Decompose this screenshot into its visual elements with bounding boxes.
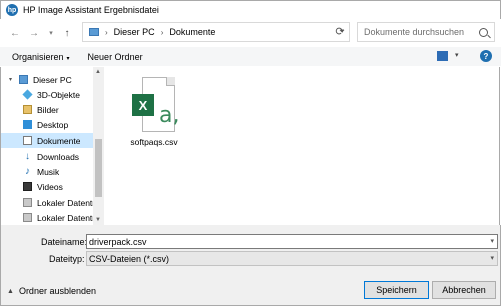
sidebar-item-label: Musik: [37, 166, 60, 177]
computer-icon: [89, 28, 99, 36]
computer-icon: [19, 75, 28, 84]
cancel-button[interactable]: Abbrechen: [432, 281, 496, 299]
breadcrumb-separator-icon: ›: [105, 27, 108, 37]
organize-button[interactable]: Organisieren ▾: [12, 52, 70, 62]
sidebar-item-label: Dokumente: [37, 135, 81, 146]
file-item[interactable]: X a, softpaqs.csv: [124, 77, 184, 147]
sidebar-item-label: Bilder: [37, 104, 59, 115]
filename-input[interactable]: [89, 236, 479, 247]
hide-folders-button[interactable]: ▲ Ordner ausblenden: [7, 286, 96, 296]
sidebar-item-local-drive-1[interactable]: Lokaler Datenträ: [1, 195, 95, 210]
scroll-up-icon[interactable]: ▲: [95, 69, 101, 75]
excel-csv-icon: X a,: [132, 77, 180, 133]
search-box[interactable]: [357, 22, 495, 42]
organize-caret-icon: ▾: [66, 55, 70, 62]
filename-combobox[interactable]: ▾: [86, 234, 498, 249]
videos-icon: [23, 182, 32, 191]
documents-icon: [23, 136, 32, 145]
file-name: softpaqs.csv: [130, 137, 178, 147]
desktop-icon: [23, 120, 32, 129]
new-folder-button[interactable]: Neuer Ordner: [88, 52, 143, 62]
recent-locations-icon[interactable]: ▾: [46, 26, 56, 40]
navigation-bar: ← → ▾ ↑ › Dieser PC › Dokumente ▾ ⟳: [0, 21, 501, 45]
sidebar-item-label: 3D-Objekte: [37, 89, 80, 100]
navigation-pane: ▾ Dieser PC 3D-Objekte Bilder Desktop Do…: [0, 67, 104, 225]
scrollbar-thumb[interactable]: [95, 139, 102, 197]
pictures-icon: [23, 105, 32, 114]
filetype-select[interactable]: CSV-Dateien (*.csv) ▾: [86, 251, 498, 266]
search-icon[interactable]: [479, 27, 488, 37]
drive-icon: [23, 198, 32, 207]
sidebar-item-downloads[interactable]: ↓ Downloads: [1, 149, 95, 164]
sidebar-item-this-pc[interactable]: ▾ Dieser PC: [1, 72, 95, 87]
view-dropdown-icon[interactable]: ▾: [455, 51, 459, 59]
address-bar[interactable]: › Dieser PC › Dokumente ▾: [82, 22, 350, 42]
filetype-dropdown-icon[interactable]: ▾: [490, 254, 494, 262]
window-title: HP Image Assistant Ergebnisdatei: [23, 5, 159, 15]
sidebar-item-local-drive-2[interactable]: Lokaler Datenträ: [1, 210, 95, 225]
sidebar-item-documents[interactable]: Dokumente: [1, 133, 95, 148]
breadcrumb-this-pc[interactable]: Dieser PC: [114, 27, 155, 37]
scroll-down-icon[interactable]: ▼: [95, 217, 101, 223]
breadcrumb-documents[interactable]: Dokumente: [169, 27, 215, 37]
sidebar-item-label: Downloads: [37, 151, 80, 162]
refresh-icon[interactable]: ⟳: [332, 24, 348, 38]
csv-overlay-glyph: a,: [159, 103, 180, 128]
sidebar-item-music[interactable]: ♪ Musik: [1, 164, 95, 179]
sidebar-item-label: Dieser PC: [33, 74, 72, 85]
sidebar-scrollbar[interactable]: ▲ ▼: [93, 67, 104, 225]
sidebar-item-label: Videos: [37, 181, 63, 192]
sidebar-item-3d-objects[interactable]: 3D-Objekte: [1, 87, 95, 102]
page-fold-shape: [166, 77, 175, 86]
sidebar-item-label: Lokaler Datenträ: [37, 197, 95, 208]
sidebar-item-label: Desktop: [37, 119, 69, 130]
expand-chevron-icon[interactable]: ▾: [9, 76, 19, 83]
3d-objects-icon: [22, 89, 33, 100]
sidebar-item-pictures[interactable]: Bilder: [1, 102, 95, 117]
breadcrumb-separator-icon: ›: [160, 27, 164, 37]
save-button[interactable]: Speichern: [364, 281, 429, 299]
search-input[interactable]: [364, 27, 474, 37]
organize-label: Organisieren: [12, 51, 64, 62]
title-bar: hp HP Image Assistant Ergebnisdatei: [0, 0, 501, 19]
collapse-caret-icon: ▲: [7, 287, 14, 295]
sidebar-item-label: Lokaler Datenträ: [37, 212, 95, 223]
help-icon[interactable]: ?: [480, 50, 492, 62]
music-icon: ♪: [25, 166, 30, 177]
downloads-icon: ↓: [25, 151, 30, 162]
sidebar-item-desktop[interactable]: Desktop: [1, 117, 95, 132]
filetype-label: Dateityp:: [49, 254, 85, 264]
view-options-icon[interactable]: [437, 51, 448, 61]
filetype-value: CSV-Dateien (*.csv): [89, 253, 170, 264]
file-list-area[interactable]: X a, softpaqs.csv: [104, 67, 500, 225]
excel-badge-icon: X: [132, 94, 154, 116]
save-panel: Dateiname: ▾ Dateityp: CSV-Dateien (*.cs…: [0, 225, 501, 306]
forward-arrow-icon[interactable]: →: [27, 26, 41, 40]
hp-app-icon: hp: [6, 4, 18, 16]
command-toolbar: Organisieren ▾ Neuer Ordner ▾ ?: [0, 47, 501, 66]
up-arrow-icon[interactable]: ↑: [60, 26, 74, 40]
filename-dropdown-icon[interactable]: ▾: [490, 237, 494, 245]
back-arrow-icon[interactable]: ←: [8, 26, 22, 40]
sidebar-item-videos[interactable]: Videos: [1, 179, 95, 194]
drive-icon: [23, 213, 32, 222]
hide-folders-label: Ordner ausblenden: [18, 286, 96, 296]
filename-label: Dateiname:: [41, 237, 88, 247]
